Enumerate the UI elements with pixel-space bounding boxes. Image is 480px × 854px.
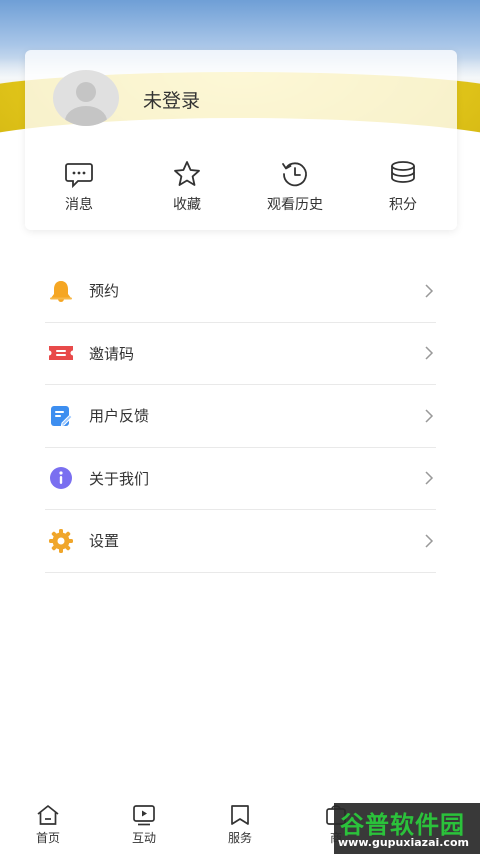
tab-label: 首页 xyxy=(35,831,60,845)
history-icon xyxy=(279,158,311,190)
menu-item-label: 用户反馈 xyxy=(89,407,150,426)
avatar-head xyxy=(76,82,96,102)
quick-actions: 消息 收藏 观看历史 积分 xyxy=(25,158,457,218)
tab-home[interactable]: 首页 xyxy=(0,798,96,854)
quick-action-points[interactable]: 积分 xyxy=(349,158,457,218)
quick-action-label: 观看历史 xyxy=(267,197,323,213)
tab-label: 互动 xyxy=(131,831,156,845)
watermark-url: www.gupuxiazai.com xyxy=(338,836,469,849)
quick-action-history[interactable]: 观看历史 xyxy=(241,158,349,218)
menu-item-feedback[interactable]: 用户反馈 xyxy=(45,385,436,448)
message-icon xyxy=(63,158,95,190)
tab-interaction[interactable]: 互动 xyxy=(96,798,192,854)
chevron-right-icon xyxy=(425,409,434,423)
quick-action-label: 收藏 xyxy=(173,197,201,213)
chevron-right-icon xyxy=(425,284,434,298)
ticket-icon xyxy=(48,340,74,366)
menu-item-label: 邀请码 xyxy=(89,344,135,363)
feedback-icon xyxy=(48,403,74,429)
bookmark-icon xyxy=(231,805,249,825)
avatar-body xyxy=(65,106,107,126)
star-icon xyxy=(171,158,203,190)
coins-icon xyxy=(387,158,419,190)
chevron-right-icon xyxy=(425,471,434,485)
menu-item-settings[interactable]: 设置 xyxy=(45,510,436,573)
chevron-right-icon xyxy=(425,534,434,548)
login-status-text[interactable]: 未登录 xyxy=(143,86,200,113)
menu-item-label: 设置 xyxy=(89,532,120,551)
home-icon xyxy=(37,805,59,825)
quick-action-messages[interactable]: 消息 xyxy=(25,158,133,218)
menu-item-about-us[interactable]: 关于我们 xyxy=(45,448,436,510)
quick-action-label: 积分 xyxy=(389,197,417,213)
watermark-title: 谷普软件园 xyxy=(340,811,465,839)
gear-icon xyxy=(48,528,74,554)
tab-label: 服务 xyxy=(227,831,252,845)
info-icon xyxy=(48,465,74,491)
menu-item-label: 关于我们 xyxy=(89,469,150,488)
quick-action-label: 消息 xyxy=(65,197,93,213)
settings-menu: 预约 邀请码 用户反馈 关于我们 设置 xyxy=(45,260,436,573)
profile-card: 未登录 消息 收藏 观看历史 积分 xyxy=(25,50,457,230)
tab-services[interactable]: 服务 xyxy=(192,798,288,854)
bell-icon xyxy=(48,278,74,304)
video-icon xyxy=(133,805,155,826)
chevron-right-icon xyxy=(425,346,434,360)
avatar[interactable] xyxy=(53,70,119,126)
menu-item-reservation[interactable]: 预约 xyxy=(45,260,436,323)
menu-item-invite-code[interactable]: 邀请码 xyxy=(45,323,436,385)
quick-action-favorites[interactable]: 收藏 xyxy=(133,158,241,218)
menu-item-label: 预约 xyxy=(89,282,120,301)
watermark-logo: 谷普软件园 www.gupuxiazai.com xyxy=(334,803,480,854)
